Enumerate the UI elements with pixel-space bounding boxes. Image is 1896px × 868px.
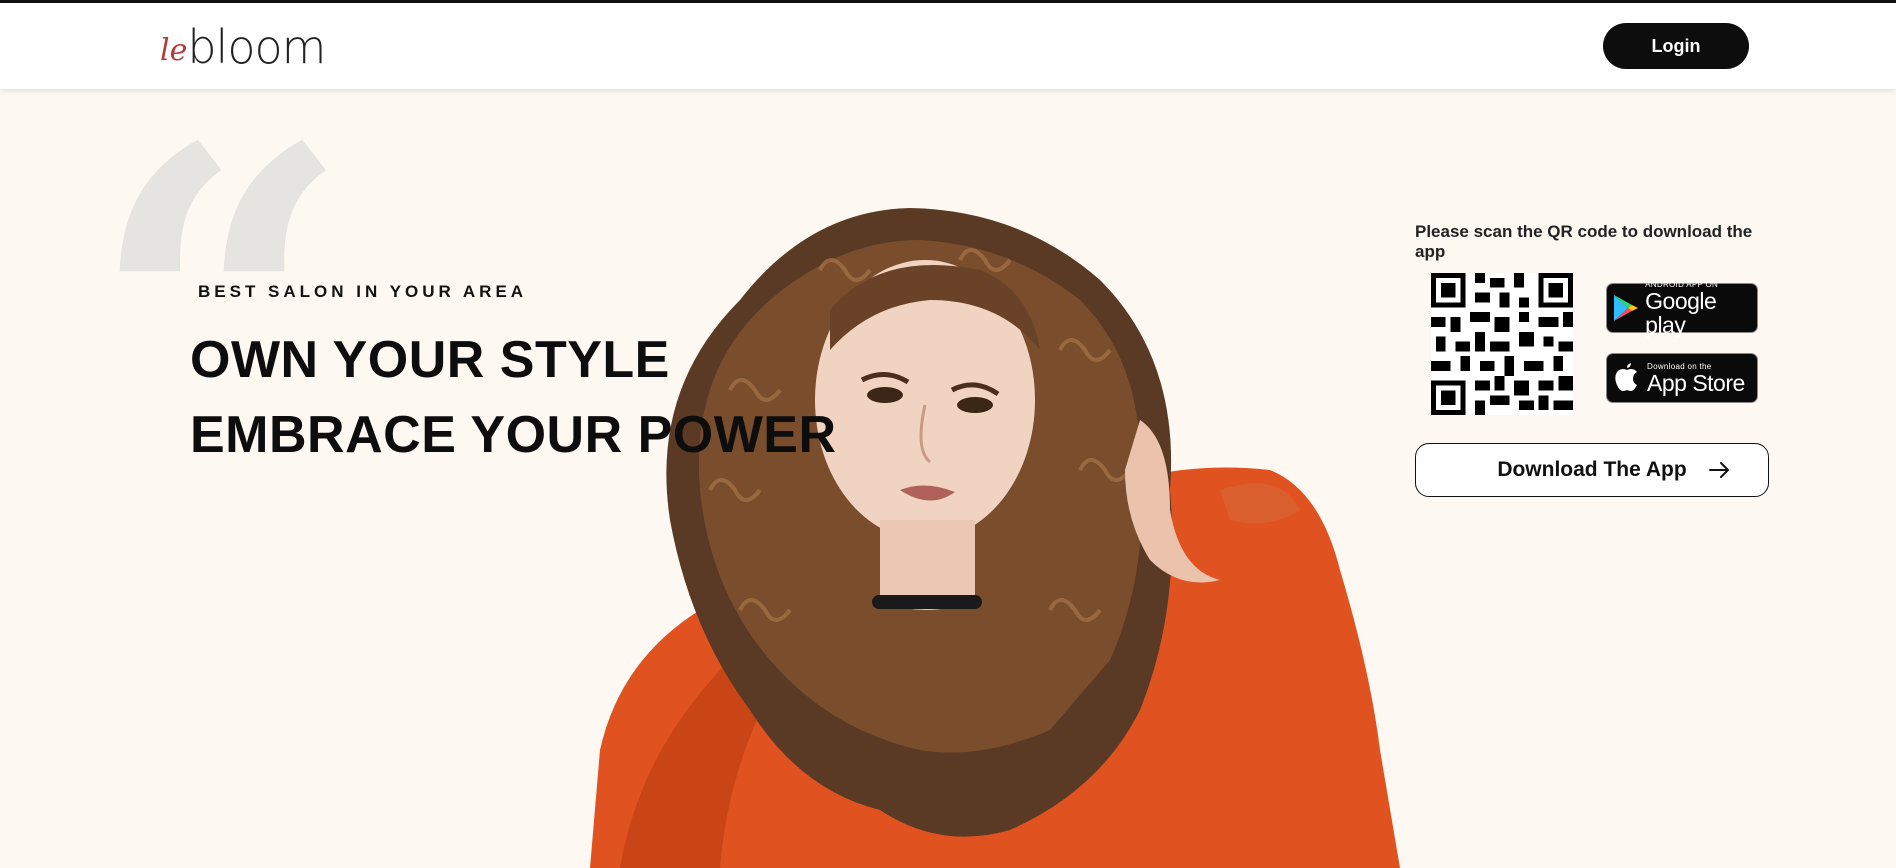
hero-headline-line1: OWN YOUR STYLE xyxy=(190,331,670,389)
logo-name: bloom xyxy=(187,20,326,74)
qr-caption: Please scan the QR code to download the … xyxy=(1415,222,1753,261)
logo-prefix: le xyxy=(160,33,188,68)
app-store-button[interactable]: Download on the App Store xyxy=(1606,353,1758,403)
brand-logo[interactable]: le bloom xyxy=(160,20,326,74)
login-button[interactable]: Login xyxy=(1603,23,1749,69)
download-app-label: Download The App xyxy=(1497,458,1687,481)
google-play-label: Google play xyxy=(1645,287,1717,338)
app-store-label: App Store xyxy=(1647,369,1745,396)
hero-portrait-image xyxy=(590,208,1400,868)
google-play-button[interactable]: ANDROID APP ON Google play xyxy=(1606,280,1758,337)
hero-eyebrow: BEST SALON IN YOUR AREA xyxy=(198,282,528,301)
site-header: le bloom Login xyxy=(0,3,1896,89)
google-play-icon xyxy=(1607,284,1645,332)
hero-headline-line2: EMBRACE YOUR POWER xyxy=(190,406,837,464)
download-app-button[interactable]: Download The App xyxy=(1415,443,1769,497)
quote-mark-decoration: “ xyxy=(88,50,353,590)
qr-code-icon xyxy=(1431,273,1573,415)
apple-icon xyxy=(1607,354,1647,402)
arrow-right-icon xyxy=(1709,462,1729,478)
